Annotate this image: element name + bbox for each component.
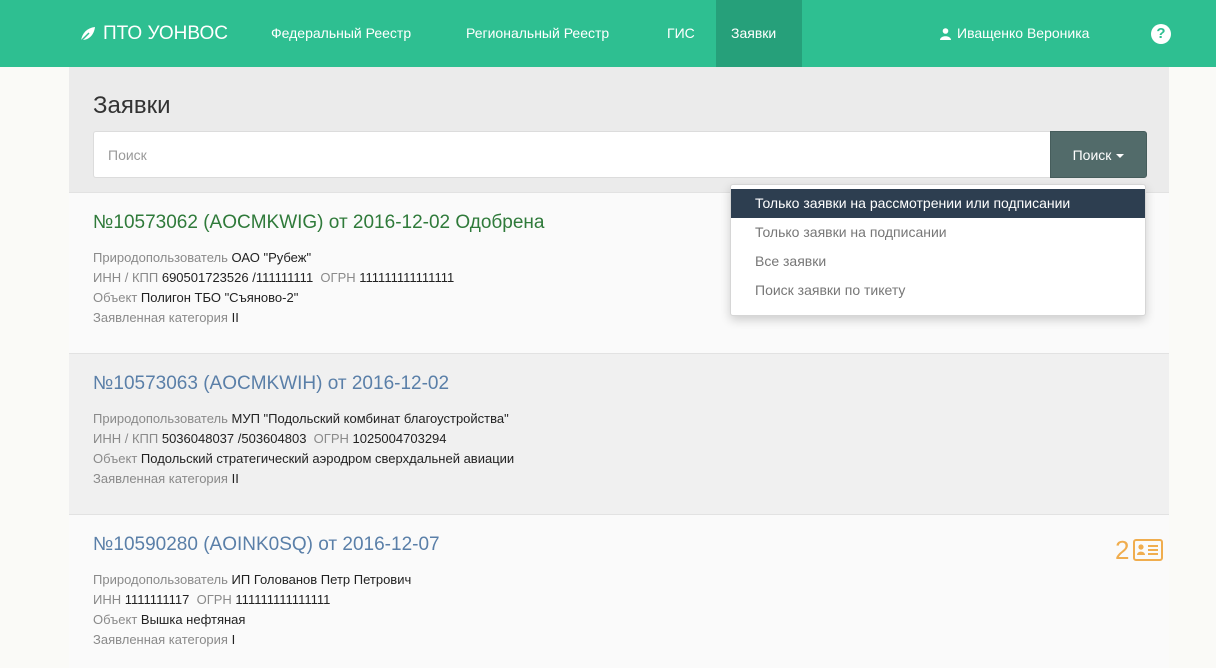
page-title: Заявки	[93, 92, 171, 119]
filter-pending-or-signing[interactable]: Только заявки на рассмотрении или подпис…	[731, 189, 1145, 218]
user-value: МУП "Подольский комбинат благоустройства…	[231, 411, 509, 426]
category-value: II	[231, 471, 239, 486]
object-label: Объект	[93, 290, 138, 305]
documents-badge[interactable]: 2	[1115, 535, 1164, 565]
ogrn-value: 111111111111111	[235, 592, 331, 607]
ogrn-value: 111111111111111	[359, 270, 455, 285]
object-value: Полигон ТБО "Съяново-2"	[140, 290, 299, 305]
ogrn-label: ОГРН	[313, 431, 349, 446]
application-details: Природопользователь ОАО "Рубеж" ИНН / КП…	[93, 248, 454, 328]
search-filter-dropdown: Только заявки на рассмотрении или подпис…	[730, 184, 1146, 316]
help-icon[interactable]: ?	[1151, 24, 1171, 44]
top-navbar: ПТО УОНВОС Федеральный Реестр Региональн…	[0, 0, 1216, 67]
search-dropdown-button[interactable]: Поиск	[1050, 131, 1147, 178]
user-label: Природопользователь	[93, 250, 228, 265]
user-label: Природопользователь	[93, 411, 228, 426]
category-value: I	[231, 632, 236, 647]
leaf-icon	[79, 27, 95, 43]
category-label: Заявленная категория	[93, 310, 228, 325]
application-card: №10573063 (AOCMKWIH) от 2016-12-02 Приро…	[69, 353, 1169, 515]
application-title[interactable]: №10573063 (AOCMKWIH) от 2016-12-02	[93, 373, 449, 395]
filter-all[interactable]: Все заявки	[731, 247, 1145, 276]
user-value: ИП Голованов Петр Петрович	[231, 572, 412, 587]
inn-kpp-value: 5036048037 /503604803	[161, 431, 307, 446]
caret-down-icon	[1116, 153, 1125, 158]
ogrn-label: ОГРН	[196, 592, 232, 607]
user-icon	[940, 27, 951, 40]
search-button-label: Поиск	[1072, 146, 1112, 163]
badge-count: 2	[1115, 535, 1130, 565]
inn-kpp-value: 690501723526 /111111111	[161, 270, 314, 285]
category-label: Заявленная категория	[93, 632, 228, 647]
object-value: Вышка нефтяная	[140, 612, 246, 627]
ogrn-value: 1025004703294	[352, 431, 447, 446]
application-details: Природопользователь ИП Голованов Петр Пе…	[93, 570, 411, 650]
inn-label: ИНН	[93, 592, 122, 607]
ogrn-label: ОГРН	[320, 270, 356, 285]
nav-federal-registry[interactable]: Федеральный Реестр	[256, 0, 426, 67]
category-value: II	[231, 310, 239, 325]
object-label: Объект	[93, 612, 138, 627]
user-label: Природопользователь	[93, 572, 228, 587]
object-value: Подольский стратегический аэродром сверх…	[140, 451, 515, 466]
application-details: Природопользователь МУП "Подольский комб…	[93, 409, 514, 489]
brand-link[interactable]: ПТО УОНВОС	[79, 22, 228, 46]
application-title[interactable]: №10590280 (AOINK0SQ) от 2016-12-07	[93, 534, 440, 556]
user-menu[interactable]: Иващенко Вероника	[940, 0, 1089, 67]
nav-applications[interactable]: Заявки	[716, 0, 802, 67]
filter-signing-only[interactable]: Только заявки на подписании	[731, 218, 1145, 247]
nav-gis[interactable]: ГИС	[652, 0, 710, 67]
application-card: №10590280 (AOINK0SQ) от 2016-12-07 2 При…	[69, 514, 1169, 668]
user-value: ОАО "Рубеж"	[231, 250, 312, 265]
id-card-icon	[1133, 539, 1164, 561]
filter-by-ticket[interactable]: Поиск заявки по тикету	[731, 276, 1145, 305]
object-label: Объект	[93, 451, 138, 466]
nav-regional-registry[interactable]: Региональный Реестр	[451, 0, 624, 67]
search-input[interactable]	[93, 131, 1050, 178]
application-title[interactable]: №10573062 (AOCMKWIG) от 2016-12-02 Одобр…	[93, 212, 544, 234]
brand-label: ПТО УОНВОС	[103, 23, 228, 44]
inn-kpp-label: ИНН / КПП	[93, 431, 159, 446]
inn-value: 1111111117	[124, 592, 190, 607]
category-label: Заявленная категория	[93, 471, 228, 486]
user-name: Иващенко Вероника	[957, 25, 1090, 41]
inn-kpp-label: ИНН / КПП	[93, 270, 159, 285]
